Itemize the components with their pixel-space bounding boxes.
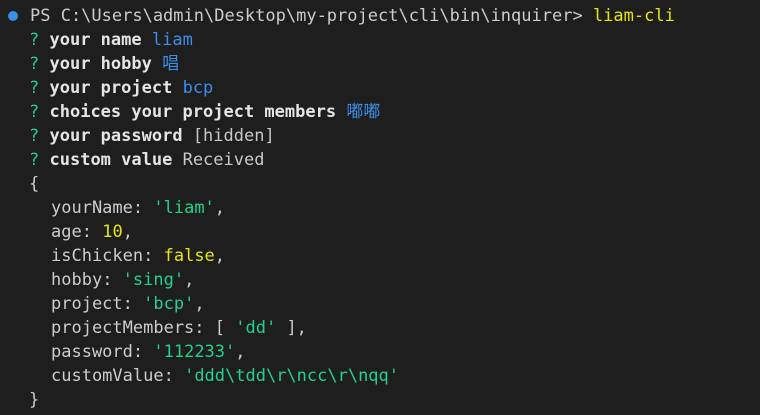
terminal-panel[interactable]: PS C:\Users\admin\Desktop\my-project\cli… <box>0 0 760 415</box>
field-key: hobby <box>51 270 103 290</box>
prompt-status-dot-icon <box>8 11 18 21</box>
question-answer: liam <box>151 30 193 50</box>
question-mark: ? <box>29 102 40 122</box>
field-key: projectMembers <box>51 318 195 338</box>
prompt-path: PS C:\Users\admin\Desktop\my-project\cli… <box>30 6 583 26</box>
question-answer: Received <box>182 150 265 170</box>
object-close-brace: } <box>29 390 40 410</box>
field-value: false <box>163 246 215 266</box>
field-key: age <box>51 222 82 242</box>
question-line: ? your name liam <box>29 28 193 52</box>
field-value: 'ddd\tdd\r\ncc\r\nqq' <box>184 366 400 386</box>
question-label: choices your project members <box>49 102 337 122</box>
object-field: password: '112233', <box>51 342 246 362</box>
field-value: 'dd' <box>235 318 277 338</box>
question-label: your hobby <box>49 54 152 74</box>
object-field: age: 10, <box>51 222 133 242</box>
question-mark: ? <box>29 126 40 146</box>
question-line: ? custom value Received <box>29 148 264 172</box>
field-key: password <box>51 342 133 362</box>
question-answer: 唱 <box>162 54 180 74</box>
prompt-command: liam-cli <box>592 6 675 26</box>
field-key: customValue <box>51 366 164 386</box>
object-open-brace: { <box>29 174 40 194</box>
object-field: isChicken: false, <box>51 246 226 266</box>
field-value: 10 <box>102 222 123 242</box>
question-label: your password <box>49 126 183 146</box>
question-label: custom value <box>49 150 173 170</box>
field-key: isChicken <box>51 246 144 266</box>
question-mark: ? <box>29 30 40 50</box>
question-answer: [hidden] <box>192 126 275 146</box>
field-value: 'sing' <box>122 270 185 290</box>
prompt-text: PS C:\Users\admin\Desktop\my-project\cli… <box>30 4 675 28</box>
question-answer: 嘟嘟 <box>346 102 381 122</box>
question-mark: ? <box>29 78 40 98</box>
field-value: 'liam' <box>153 198 215 218</box>
question-line: ? your hobby 唱 <box>29 52 179 76</box>
object-field: projectMembers: [ 'dd' ], <box>51 318 307 338</box>
object-field: project: 'bcp', <box>51 294 205 314</box>
field-value: 'bcp' <box>143 294 195 314</box>
object-field: hobby: 'sing', <box>51 270 195 290</box>
question-line: ? your project bcp <box>29 76 213 100</box>
question-label: your name <box>49 30 142 50</box>
field-key: yourName <box>51 198 133 218</box>
question-mark: ? <box>29 150 40 170</box>
question-line: ? your password [hidden] <box>29 124 275 148</box>
question-mark: ? <box>29 54 40 74</box>
field-key: project <box>51 294 123 314</box>
question-label: your project <box>49 78 173 98</box>
field-value: '112233' <box>153 342 236 362</box>
object-field: yourName: 'liam', <box>51 198 226 218</box>
question-line: ? choices your project members 嘟嘟 <box>29 100 380 124</box>
question-answer: bcp <box>182 78 214 98</box>
prompt-line: PS C:\Users\admin\Desktop\my-project\cli… <box>0 4 675 28</box>
object-field: customValue: 'ddd\tdd\r\ncc\r\nqq' <box>51 366 400 386</box>
